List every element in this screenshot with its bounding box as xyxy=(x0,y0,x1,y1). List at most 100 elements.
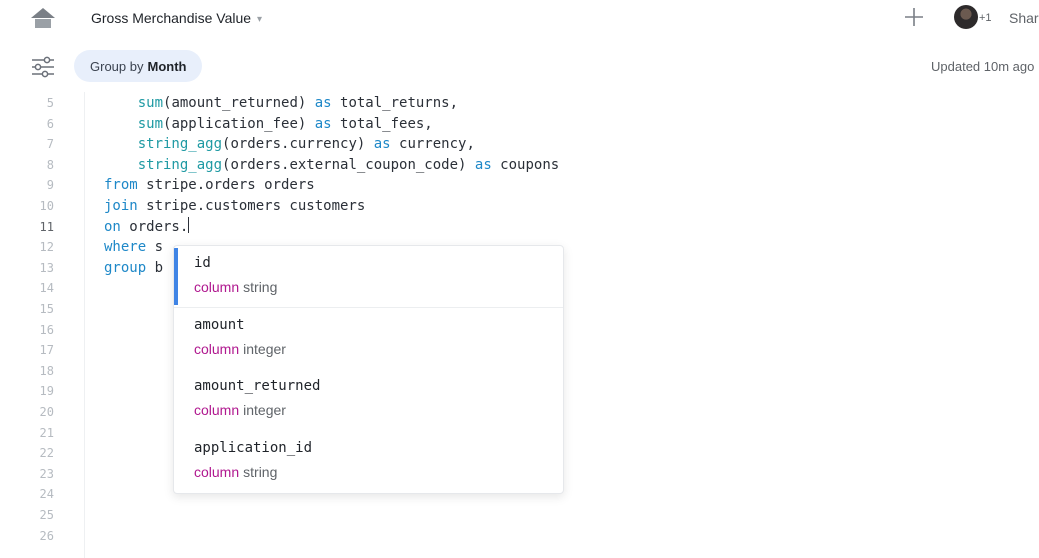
column-name: amount xyxy=(194,316,245,333)
group-by-pill[interactable]: Group by Month xyxy=(74,50,203,82)
sql-function: string_agg xyxy=(137,136,223,153)
code-text: join stripe.customers customers xyxy=(104,196,365,217)
sql-keyword: as xyxy=(314,95,332,111)
column-kind: column xyxy=(194,402,240,418)
code-line[interactable]: 8 string_agg(orders.external_coupon_code… xyxy=(0,155,1039,176)
line-number: 22 xyxy=(39,446,54,461)
line-number: 11 xyxy=(39,219,54,234)
code-text: string_agg(orders.currency) as currency, xyxy=(104,134,475,155)
selection-indicator xyxy=(174,248,178,305)
line-number: 21 xyxy=(39,425,54,440)
code-line[interactable]: 11 on orders. xyxy=(0,216,1039,238)
column-type: string xyxy=(243,279,278,295)
code-token: (amount_returned) xyxy=(163,95,315,111)
sql-keyword: where xyxy=(104,239,147,256)
sql-keyword: join xyxy=(104,198,138,214)
autocomplete-item[interactable]: amount_returnedcolumn integer xyxy=(174,369,563,430)
code-text: where s xyxy=(104,237,163,258)
share-button[interactable]: Share xyxy=(1009,10,1039,26)
updated-status: Updated 10m ago xyxy=(931,59,1035,74)
home-icon[interactable] xyxy=(30,7,56,29)
code-token: orders. xyxy=(120,218,189,235)
code-token: stripe.customers customers xyxy=(137,198,366,214)
line-number: 10 xyxy=(39,199,54,213)
chevron-down-icon: ▾ xyxy=(257,14,263,25)
line-number: 12 xyxy=(39,240,54,255)
code-text: group b xyxy=(104,258,163,279)
column-name: application_id xyxy=(194,439,313,456)
code-line[interactable]: 9 from stripe.orders orders xyxy=(0,175,1039,196)
code-line[interactable]: 5 sum(amount_returned) as total_returns, xyxy=(0,93,1039,114)
line-number: 8 xyxy=(46,157,54,172)
line-number: 20 xyxy=(39,405,54,419)
column-name: amount_returned xyxy=(194,378,321,394)
sql-function: sum xyxy=(137,95,164,111)
line-number: 19 xyxy=(39,384,54,399)
filter-sliders-icon[interactable] xyxy=(31,55,55,79)
sql-keyword: group xyxy=(104,259,147,276)
sql-function: string_agg xyxy=(137,156,223,173)
autocomplete-item[interactable]: amount column integer xyxy=(174,308,563,369)
code-text: string_agg(orders.external_coupon_code) … xyxy=(104,155,559,176)
autocomplete-item[interactable]: id column string xyxy=(174,246,563,308)
group-by-value: Month xyxy=(147,58,187,74)
column-kind: column xyxy=(194,279,240,295)
code-token: (orders.currency) xyxy=(222,136,374,153)
code-line[interactable]: 10 join stripe.customers customers xyxy=(0,196,1039,217)
code-token: (application_fee) xyxy=(163,115,315,132)
code-token: s xyxy=(146,239,164,256)
plus-icon[interactable] xyxy=(903,6,925,28)
autocomplete-dropdown: id column string amount column integer amount_… xyxy=(173,245,564,494)
line-number: 26 xyxy=(39,528,54,543)
column-type: integer xyxy=(243,402,286,418)
code-line[interactable]: 7 string_agg(orders.currency) as currenc… xyxy=(0,134,1039,155)
sql-keyword: as xyxy=(474,156,492,173)
document-title-text: Gross Merchandise Value xyxy=(91,10,252,26)
line-number: 25 xyxy=(39,508,54,522)
code-text: sum(amount_returned) as total_returns, xyxy=(104,93,458,114)
code-token: stripe.orders orders xyxy=(137,177,315,194)
line-number: 13 xyxy=(39,260,54,275)
code-text: on orders. xyxy=(104,216,190,238)
code-token: currency, xyxy=(390,136,475,153)
column-meta: column integer xyxy=(194,341,286,357)
line-number: 9 xyxy=(46,178,54,193)
collaborator-count: +1 xyxy=(979,12,992,24)
code-line[interactable]: 26 xyxy=(0,526,1039,547)
line-number: 14 xyxy=(39,281,54,296)
autocomplete-item[interactable]: application_idcolumn string xyxy=(174,431,563,492)
line-number: 18 xyxy=(39,363,54,378)
avatar[interactable] xyxy=(954,5,978,29)
code-token: (orders.external_coupon_code) xyxy=(222,156,475,173)
line-number: 16 xyxy=(39,322,54,337)
line-number: 5 xyxy=(46,96,54,110)
code-line[interactable]: 6 sum(application_fee) as total_fees, xyxy=(0,114,1039,135)
code-token: coupons xyxy=(491,156,560,173)
sql-function: sum xyxy=(137,115,164,132)
sql-keyword: on xyxy=(104,218,121,235)
code-token: total_returns, xyxy=(331,95,459,111)
toolbar: Group by Month Updated 10m ago xyxy=(0,48,1039,88)
line-number: 23 xyxy=(39,466,54,481)
line-number: 17 xyxy=(39,343,54,358)
column-kind: column xyxy=(194,463,240,480)
code-token: total_fees, xyxy=(331,115,433,132)
group-by-label: Group by xyxy=(90,58,144,74)
code-text: from stripe.orders orders xyxy=(104,175,315,196)
document-title[interactable]: Gross Merchandise Value ▾ xyxy=(91,10,262,26)
code-text: sum(application_fee) as total_fees, xyxy=(104,114,433,135)
sql-keyword: as xyxy=(373,136,391,153)
column-type: integer xyxy=(243,340,286,357)
sql-keyword: from xyxy=(104,177,138,194)
line-number: 15 xyxy=(39,302,54,316)
column-meta: column string xyxy=(194,279,277,295)
column-type: string xyxy=(243,463,278,480)
code-line[interactable]: 25 xyxy=(0,505,1039,526)
line-number: 7 xyxy=(46,137,54,152)
line-number: 6 xyxy=(46,116,54,131)
column-name: id xyxy=(194,255,211,271)
